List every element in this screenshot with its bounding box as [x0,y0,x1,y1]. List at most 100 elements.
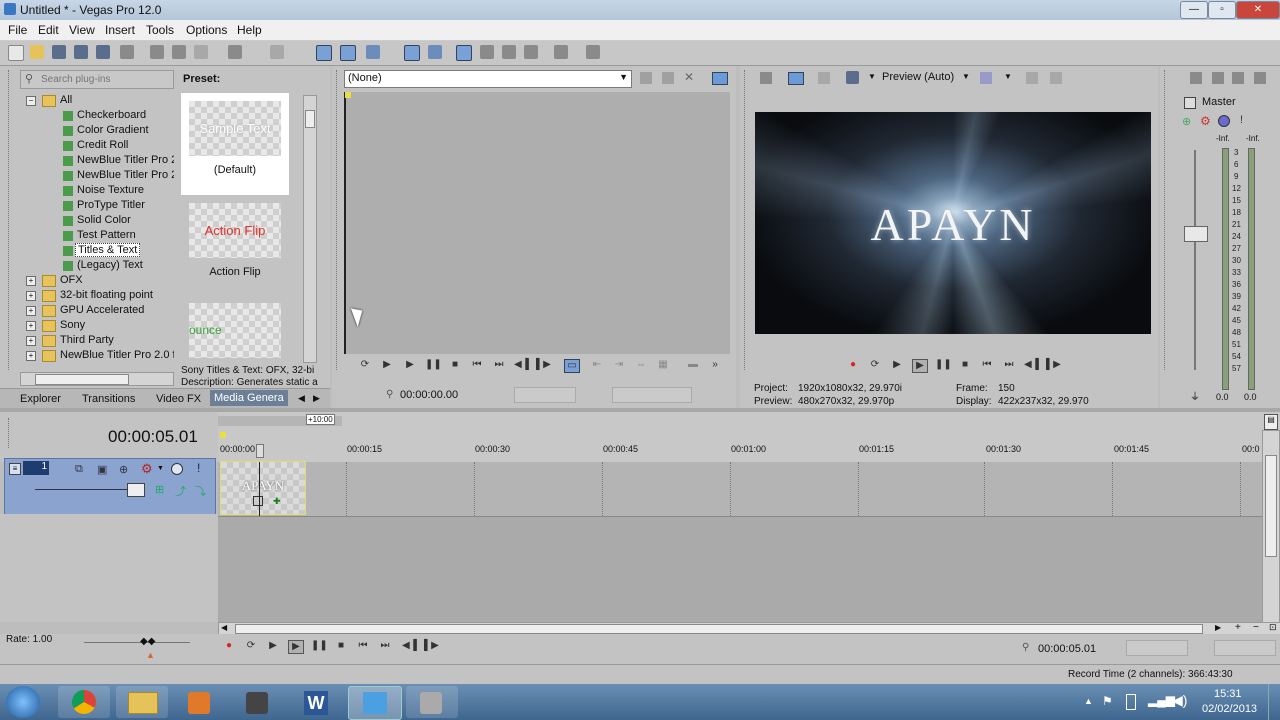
expand-icon[interactable]: + [26,351,36,361]
menu-tools[interactable]: Tools [146,23,174,37]
selection-mode-icon[interactable]: ▭ [564,359,580,373]
copy-icon[interactable] [172,45,186,59]
mute-icon[interactable] [1218,115,1230,127]
save-icon[interactable] [52,45,66,59]
expand-icon[interactable]: + [26,276,36,286]
play-icon[interactable]: ▶ [288,640,304,654]
minimize-button[interactable]: — [1180,1,1208,19]
add-to-timeline-icon[interactable]: ⇔ [634,359,648,371]
current-time-display[interactable]: 00:00:05.01 [108,427,198,447]
solo-icon[interactable]: ! [1240,114,1243,126]
pause-icon[interactable]: ❚❚ [425,359,442,371]
next-frame-icon[interactable]: ▌▶ [1046,359,1061,371]
overlays-icon[interactable] [980,72,992,84]
help-cursor-icon[interactable] [586,45,600,59]
collapse-icon[interactable]: − [26,96,36,106]
search-box[interactable]: ⚲ [20,70,174,89]
record-icon[interactable]: ● [222,640,236,652]
scroll-thumb[interactable] [235,624,1203,634]
stop-icon[interactable]: ■ [448,359,462,371]
scroll-thumb[interactable] [35,374,129,385]
compositing-child-icon[interactable]: ⤵ [195,483,206,499]
chevron-down-icon[interactable]: ▼ [157,465,164,472]
video-event-clip[interactable]: APAYN ✚ [220,461,306,515]
tab-media-generators[interactable]: Media Genera [210,390,288,406]
expand-icon[interactable]: + [26,306,36,316]
tab-scroll-left-icon[interactable]: ◀ [298,393,305,404]
mute-icon[interactable] [171,463,183,475]
rate-slider-thumb[interactable]: ◆◆ [140,636,155,647]
zoom-out-icon[interactable]: − [1253,622,1259,633]
chevron-down-icon[interactable]: ▼ [1004,72,1012,81]
paste-icon[interactable] [194,45,208,59]
search-input[interactable] [39,72,173,87]
lock-envelopes-icon[interactable] [404,45,420,61]
zoom-in-icon[interactable]: + [1235,622,1241,633]
expand-icon[interactable]: + [26,291,36,301]
record-icon[interactable]: ● [846,359,860,371]
snap-icon[interactable] [316,45,332,61]
previous-frame-icon[interactable]: ◀▐ [514,359,529,371]
taskbar-vegas-icon[interactable] [348,686,402,720]
loop-icon[interactable]: ⟳ [358,359,372,371]
trim-end-icon[interactable]: ⇥ [612,359,626,371]
track-minimize-icon[interactable]: ≡ [9,463,21,475]
playhead-handle[interactable] [256,444,264,458]
save-snapshot-icon[interactable] [1050,72,1062,84]
tab-scroll-right-icon[interactable]: ▶ [313,393,320,404]
pan-crop-icon[interactable]: ▣ [97,463,107,476]
tab-transitions[interactable]: Transitions [82,393,135,405]
play-icon[interactable]: ▶ [912,359,928,373]
timeline-vscrollbar[interactable] [1262,430,1280,624]
fader-lock-icon[interactable]: ⏚ [1190,388,1200,403]
scroll-right-icon[interactable]: ▶ [1215,623,1221,632]
overwrite-icon[interactable]: ▬ [686,359,700,371]
ripple-icon[interactable] [366,45,380,59]
show-desktop-button[interactable] [1268,684,1280,720]
previous-frame-icon[interactable]: ◀▐ [402,640,417,652]
next-frame-icon[interactable]: ▌▶ [536,359,551,371]
preview-fx-icon[interactable] [818,72,830,84]
scroll-thumb[interactable] [1265,455,1277,557]
normal-edit-tool-icon[interactable] [456,45,472,61]
loop-icon[interactable]: ⟳ [244,640,258,652]
event-pan-crop-icon[interactable] [253,496,263,506]
stop-icon[interactable]: ■ [958,359,972,371]
video-track-header[interactable]: ≡ 1 ⧉ ▣ ⊕ ⚙ ▼ ! ⊞ ⤴ ⤵ [4,458,216,516]
go-to-start-icon[interactable]: ⏮ [356,640,370,652]
redo-icon[interactable] [270,45,284,59]
menu-help[interactable]: Help [237,23,262,37]
more-icon[interactable]: » [708,359,722,371]
external-monitor-icon[interactable] [788,72,804,85]
close-icon[interactable]: ✕ [684,70,694,84]
preset-action-flip[interactable]: Action Flip Action Flip [181,201,289,291]
trim-start-icon[interactable]: ⇤ [590,359,604,371]
envelope-tool-icon[interactable] [480,45,494,59]
menu-insert[interactable]: Insert [105,23,135,37]
play-from-start-icon[interactable]: ▶ [890,359,904,371]
scroll-left-icon[interactable]: ◀ [221,623,227,632]
timeline-tracks[interactable]: APAYN ✚ [218,461,1262,622]
preset-default[interactable]: Sample Text (Default) [181,93,289,195]
network-icon[interactable]: ▂▄▆ [1148,693,1175,707]
compositing-icon[interactable]: ⊕ [119,463,128,476]
clock-time[interactable]: 15:31 [1214,688,1242,700]
go-to-start-icon[interactable]: ⏮ [470,359,484,371]
preview-quality-dropdown[interactable]: ▼ Preview (Auto) ▼ [868,70,972,86]
taskbar-explorer-icon[interactable] [116,686,168,718]
expand-icon[interactable]: + [26,321,36,331]
insert-icon[interactable]: ▦ [656,359,670,371]
play-from-start-icon[interactable]: ▶ [380,359,394,371]
action-center-icon[interactable]: ⚑ [1102,694,1113,708]
preview-properties-icon[interactable] [760,72,772,84]
monitor-icon[interactable] [712,72,728,85]
insert-fx-icon[interactable]: ⊕ [1182,115,1191,128]
trimmer-history-dropdown[interactable]: (None) ▼ [344,70,632,88]
battery-icon[interactable] [1126,694,1136,710]
gear-icon[interactable]: ⚙ [1200,114,1211,128]
compositing-parent-icon[interactable]: ⤴ [175,483,186,499]
taskbar-media-player-icon[interactable] [174,686,226,718]
tree-hscrollbar[interactable] [20,372,174,386]
taskbar-app-icon[interactable] [232,686,284,718]
previous-frame-icon[interactable]: ◀▐ [1024,359,1039,371]
